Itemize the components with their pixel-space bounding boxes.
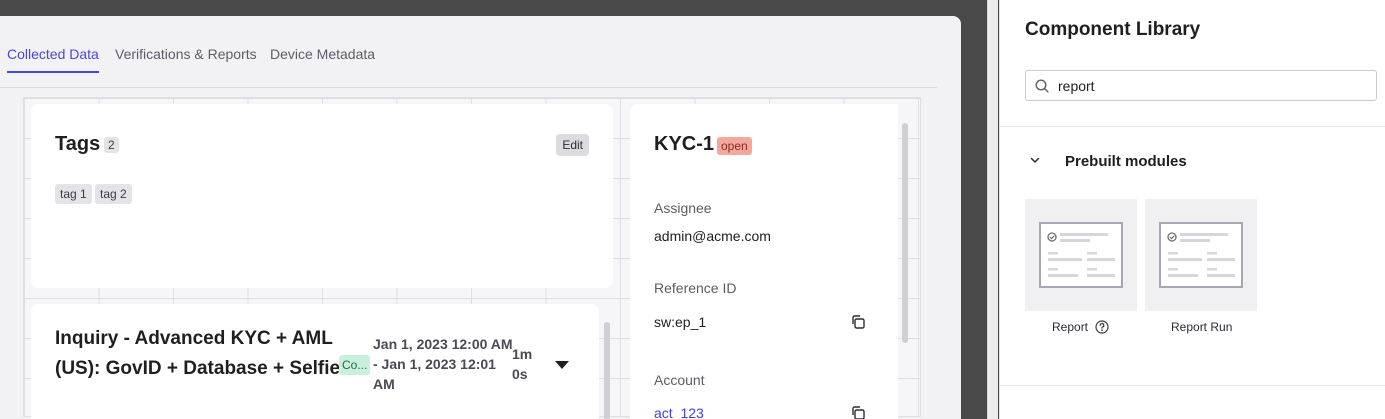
section-title: Prebuilt modules [1065, 153, 1187, 170]
tags-title: Tags [55, 133, 101, 155]
module-report[interactable] [1025, 199, 1137, 311]
divider [1000, 385, 1385, 386]
account-link[interactable]: act_123 [654, 405, 704, 419]
module-report-run[interactable] [1145, 199, 1257, 311]
account-label: Account [654, 372, 705, 388]
copy-icon[interactable] [850, 314, 866, 330]
inquiry-status-badge: Co... [339, 355, 371, 375]
module-label: Report [1052, 320, 1089, 334]
inquiry-card[interactable]: Inquiry - Advanced KYC + AML (US): GovID… [31, 304, 599, 419]
inquiry-duration: 1m 0s [512, 346, 533, 382]
reference-id-value: sw:ep_1 [654, 314, 707, 330]
report-thumbnail-icon [1039, 222, 1123, 288]
tab-verifications-reports[interactable]: Verifications & Reports [115, 46, 257, 72]
component-library-panel: Component Library Prebuilt modules [999, 0, 1385, 419]
inquiry-scrollbar[interactable] [604, 322, 610, 419]
panel-title: Component Library [1025, 19, 1201, 40]
chevron-down-icon [1030, 157, 1040, 163]
case-title: KYC-1 [654, 133, 715, 155]
inquiry-dates: Jan 1, 2023 12:00 AM - Jan 1, 2023 12:01… [373, 336, 513, 392]
search-box[interactable] [1025, 70, 1377, 101]
inquiry-title: Inquiry - Advanced KYC + AML (US): GovID… [55, 328, 341, 379]
edit-tags-button[interactable]: Edit [556, 134, 589, 156]
assignee-value: admin@acme.com [654, 228, 771, 244]
help-icon[interactable] [1095, 320, 1109, 334]
module-label: Report Run [1171, 320, 1233, 334]
expand-caret-icon[interactable] [555, 361, 569, 369]
tags-count-badge: 2 [104, 137, 119, 153]
tags-card[interactable]: Tags 2 Edit tag 1 tag 2 [31, 104, 613, 288]
tab-collected-data[interactable]: Collected Data [7, 46, 99, 73]
assignee-label: Assignee [654, 200, 712, 216]
case-card[interactable]: KYC-1 open Assignee admin@acme.com Refer… [630, 104, 898, 419]
tab-device-metadata[interactable]: Device Metadata [270, 46, 375, 72]
reference-id-label: Reference ID [654, 280, 737, 296]
divider [1000, 126, 1385, 127]
tab-bar: Collected Data Verifications & Reports D… [0, 46, 937, 88]
copy-icon[interactable] [850, 405, 866, 419]
case-card-scrollbar[interactable] [902, 123, 908, 343]
tag-chip: tag 1 [55, 184, 92, 204]
search-icon [1035, 79, 1049, 93]
case-status-badge: open [717, 137, 752, 155]
panel-resize-handle[interactable] [987, 0, 998, 419]
search-input[interactable] [1058, 71, 1358, 100]
tag-chip: tag 2 [95, 184, 132, 204]
report-run-thumbnail-icon [1159, 222, 1243, 288]
